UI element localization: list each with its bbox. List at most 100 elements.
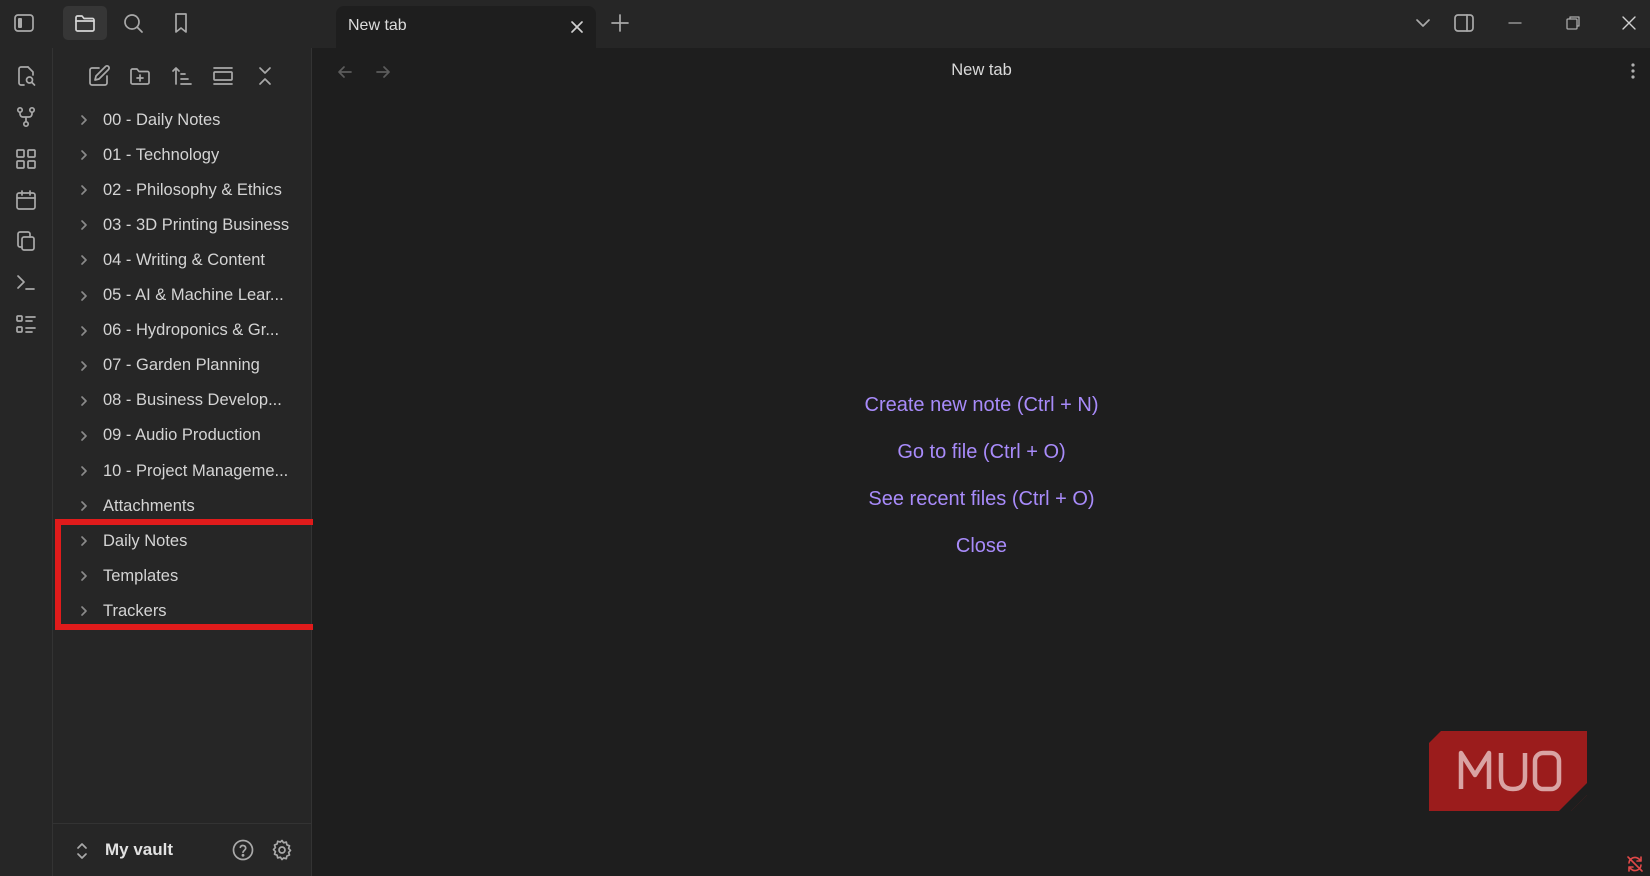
bookmarks-view-button[interactable] [159, 6, 203, 40]
folder-item-10-project-manageme[interactable]: 10 - Project Manageme... [75, 455, 305, 487]
restore-icon [1563, 13, 1583, 33]
close-window-button[interactable] [1612, 8, 1646, 38]
close-icon [1619, 13, 1639, 33]
settings-gear-icon[interactable] [270, 838, 294, 862]
chevrons-collapse-icon [253, 64, 277, 88]
folder-item-02-philosophy-ethics[interactable]: 02 - Philosophy & Ethics [75, 174, 305, 206]
main-view: New tab Create new note (Ctrl + N) Go to… [313, 48, 1650, 876]
sidebar-left-icon [12, 11, 36, 35]
folder-item-08-business-develop[interactable]: 08 - Business Develop... [75, 385, 305, 417]
calendar-icon [14, 188, 38, 212]
folder-label: 02 - Philosophy & Ethics [103, 180, 282, 199]
folder-item-00-daily-notes[interactable]: 00 - Daily Notes [75, 104, 305, 136]
more-options-icon[interactable] [1623, 61, 1643, 81]
minimize-icon [1505, 13, 1525, 33]
new-tab-button[interactable] [598, 6, 642, 40]
collapse-all-button[interactable] [249, 60, 281, 92]
folder-label: 10 - Project Manageme... [103, 461, 289, 480]
command-palette-button[interactable] [10, 266, 42, 298]
chevron-right-icon [77, 218, 91, 232]
chevron-right-icon [77, 324, 91, 338]
vault-switcher-icon[interactable] [73, 841, 91, 861]
folder-icon [73, 11, 97, 35]
templates-button[interactable] [10, 225, 42, 257]
minimize-button[interactable] [1498, 8, 1532, 38]
toggle-right-sidebar-button[interactable] [1447, 8, 1481, 38]
tab-title: New tab [348, 17, 407, 34]
folder-label: 09 - Audio Production [103, 426, 261, 445]
toggle-left-sidebar-button[interactable] [2, 6, 46, 40]
folder-item-04-writing-content[interactable]: 04 - Writing & Content [75, 244, 305, 276]
bookmark-icon [169, 11, 193, 35]
auto-reveal-button[interactable] [207, 60, 239, 92]
folder-label: 00 - Daily Notes [103, 110, 221, 129]
chevron-right-icon [77, 289, 91, 303]
folder-label: 01 - Technology [103, 145, 220, 164]
edit-icon [87, 64, 111, 88]
folder-label: 04 - Writing & Content [103, 250, 266, 269]
folder-label: 05 - AI & Machine Lear... [103, 286, 284, 304]
reveal-file-icon [211, 64, 235, 88]
chevron-right-icon [77, 253, 91, 267]
help-icon[interactable] [231, 838, 255, 862]
chevron-right-icon [77, 148, 91, 162]
files-view-button[interactable] [63, 6, 107, 40]
folder-item-07-garden-planning[interactable]: 07 - Garden Planning [75, 350, 305, 382]
search-icon [121, 11, 145, 35]
see-recent-files-link[interactable]: See recent files (Ctrl + O) [313, 488, 1650, 511]
search-view-button[interactable] [111, 6, 155, 40]
folder-item-05-ai-machine-lear[interactable]: 05 - AI & Machine Lear... [75, 280, 305, 312]
chevron-right-icon [77, 499, 91, 513]
title-bar: New tab [0, 0, 1650, 48]
folder-item-03-3d-printing-business[interactable]: 03 - 3D Printing Business [75, 209, 305, 241]
file-search-icon [14, 64, 38, 88]
chevron-right-icon [77, 429, 91, 443]
sort-button[interactable] [166, 60, 198, 92]
file-explorer-sidebar: 00 - Daily Notes 01 - Technology 02 - Phil… [53, 48, 324, 876]
folder-item-01-technology[interactable]: 01 - Technology [75, 139, 305, 171]
chevron-right-icon [77, 183, 91, 197]
folder-item-attachments[interactable]: Attachments [75, 490, 305, 522]
folder-label: 07 - Garden Planning [103, 356, 260, 375]
outline-button[interactable] [10, 308, 42, 340]
sidebar-right-icon [1452, 11, 1476, 35]
graph-view-button[interactable] [10, 101, 42, 133]
chevron-right-icon [77, 464, 91, 478]
new-folder-button[interactable] [124, 60, 156, 92]
list-icon [14, 312, 38, 336]
folder-label: Attachments [103, 496, 195, 515]
plus-icon [609, 12, 631, 34]
view-title: New tab [951, 61, 1012, 79]
daily-note-button[interactable] [10, 184, 42, 216]
sort-ascending-icon [170, 64, 194, 88]
terminal-icon [14, 270, 38, 294]
git-fork-icon [14, 105, 38, 129]
chevron-right-icon [77, 113, 91, 127]
folder-item-06-hydroponics-gr[interactable]: 06 - Hydroponics & Gr... [75, 315, 305, 347]
folder-label: 03 - 3D Printing Business [103, 215, 290, 234]
layout-dashboard-icon [14, 147, 38, 171]
new-note-button[interactable] [83, 60, 115, 92]
go-to-file-link[interactable]: Go to file (Ctrl + O) [313, 441, 1650, 464]
vault-name[interactable]: My vault [105, 840, 173, 860]
folder-item-09-audio-production[interactable]: 09 - Audio Production [75, 420, 305, 452]
quick-switcher-button[interactable] [10, 60, 42, 92]
highlight-box [55, 519, 324, 630]
folder-label: 06 - Hydroponics & Gr... [103, 321, 280, 340]
tab-list-button[interactable] [1406, 8, 1440, 38]
close-link[interactable]: Close [313, 535, 1650, 558]
folder-plus-icon [128, 64, 152, 88]
sync-error-icon[interactable] [1625, 854, 1645, 874]
copy-icon [14, 229, 38, 253]
muo-watermark-logo [1429, 731, 1587, 811]
ribbon [0, 48, 53, 876]
restore-button[interactable] [1556, 8, 1590, 38]
create-new-note-link[interactable]: Create new note (Ctrl + N) [313, 394, 1650, 417]
tab-new-tab[interactable]: New tab [336, 6, 596, 48]
chevron-down-icon [1413, 13, 1433, 33]
folder-label: 08 - Business Develop... [103, 391, 282, 410]
canvas-button[interactable] [10, 143, 42, 175]
chevron-right-icon [77, 359, 91, 373]
vault-bar: My vault [53, 823, 312, 876]
close-tab-icon[interactable] [568, 18, 586, 36]
